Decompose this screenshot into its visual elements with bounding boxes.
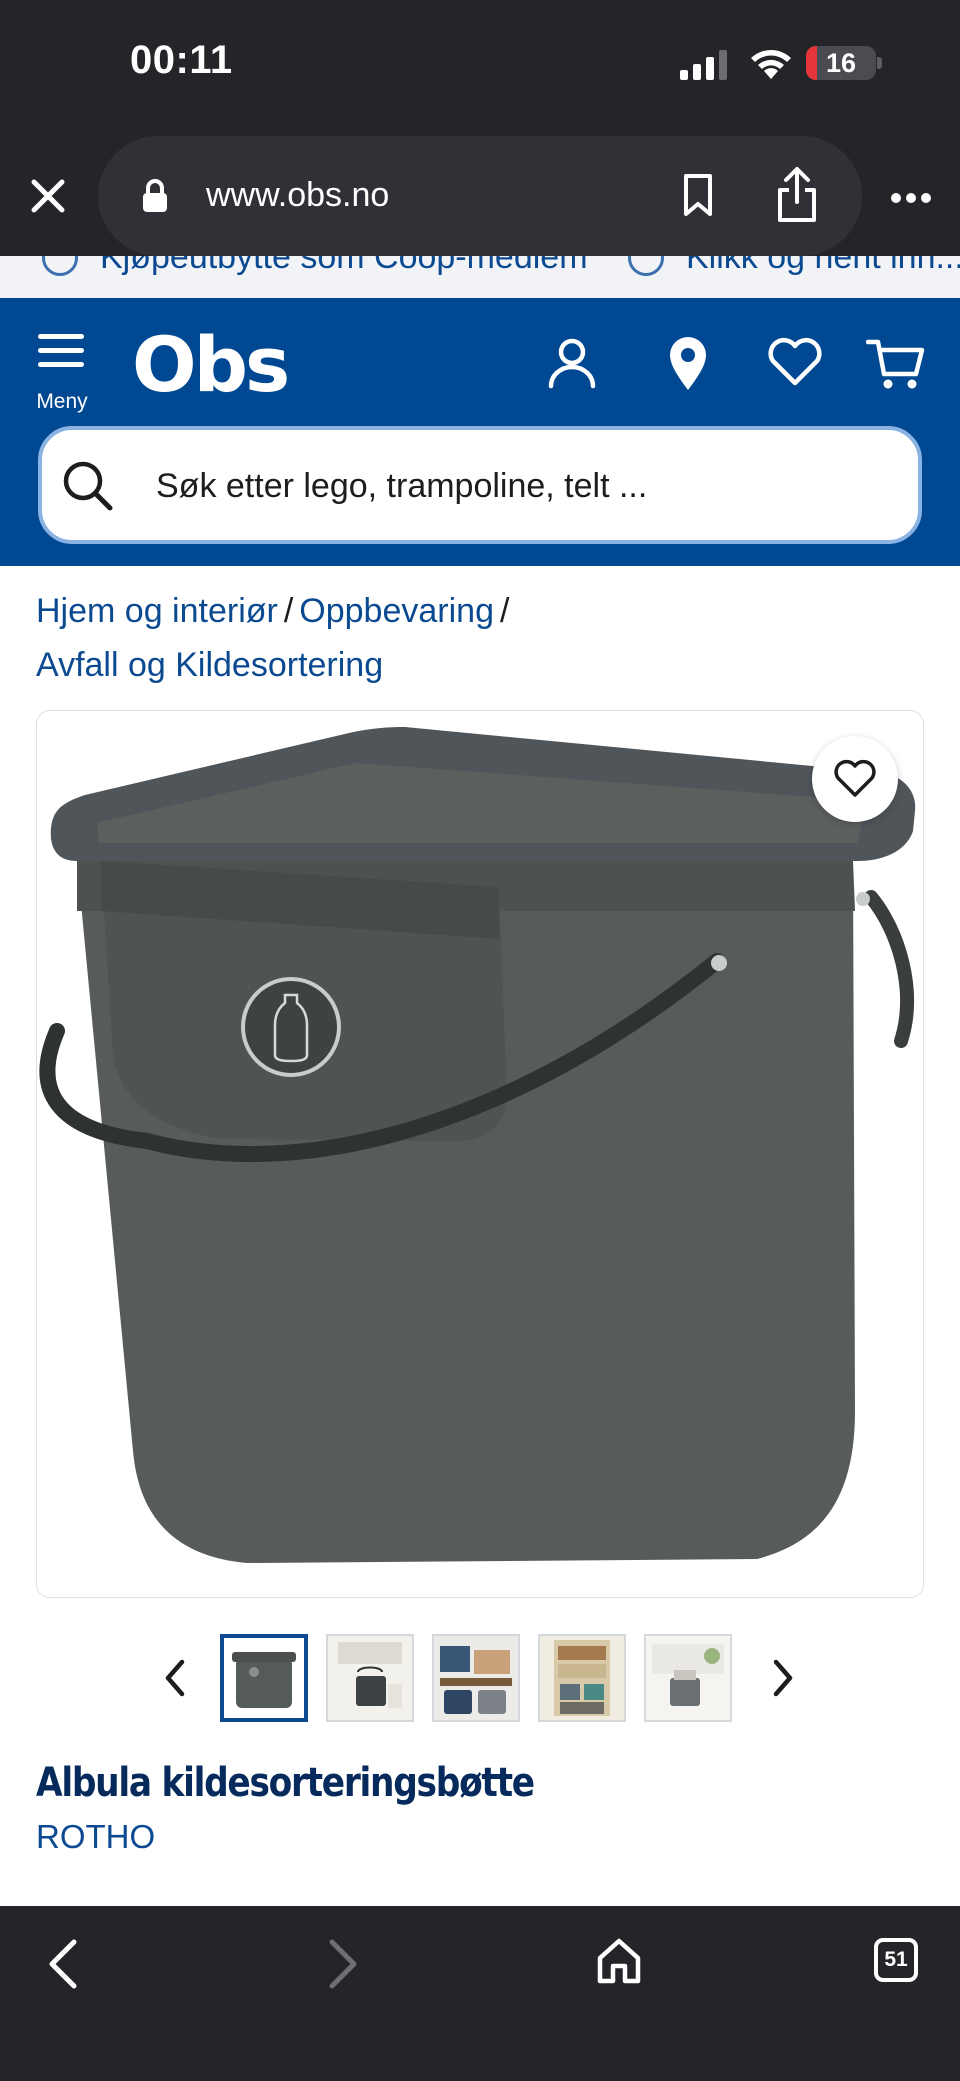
thumbnail-1[interactable] bbox=[220, 1634, 308, 1722]
thumbnail-3[interactable] bbox=[432, 1634, 520, 1722]
wifi-icon bbox=[751, 50, 791, 79]
account-icon[interactable] bbox=[546, 336, 598, 392]
breadcrumb-storage[interactable]: Oppbevaring bbox=[299, 592, 494, 630]
search-box[interactable] bbox=[38, 426, 922, 544]
search-input[interactable] bbox=[156, 458, 856, 514]
battery-indicator: 16 bbox=[806, 46, 876, 80]
tab-count: 51 bbox=[884, 1948, 908, 1971]
location-icon[interactable] bbox=[666, 336, 710, 392]
url-text[interactable]: www.obs.no bbox=[206, 176, 389, 215]
battery-level: 16 bbox=[825, 48, 857, 78]
address-bar[interactable]: www.obs.no bbox=[98, 136, 862, 256]
thumbnail-image bbox=[646, 1636, 730, 1720]
chevron-left-icon[interactable] bbox=[160, 1654, 190, 1702]
breadcrumb-home-interior[interactable]: Hjem og interiør bbox=[36, 592, 278, 630]
promo-strip: Kjøpeutbytte som Coop-medlem Klikk og he… bbox=[0, 256, 960, 298]
thumbnail-5[interactable] bbox=[644, 1634, 732, 1722]
thumbnail-2[interactable] bbox=[326, 1634, 414, 1722]
cart-icon[interactable] bbox=[866, 336, 926, 392]
more-icon[interactable] bbox=[890, 192, 932, 204]
image-thumbnails bbox=[0, 1630, 960, 1726]
product-brand[interactable]: ROTHO bbox=[36, 1818, 155, 1856]
thumbnail-4[interactable] bbox=[538, 1634, 626, 1722]
battery-cap bbox=[877, 57, 882, 69]
menu-icon-bar bbox=[38, 348, 84, 353]
thumbnail-image bbox=[224, 1638, 304, 1718]
product-image bbox=[39, 727, 916, 1563]
signal-icon bbox=[680, 50, 727, 80]
forward-icon[interactable] bbox=[322, 1936, 362, 1992]
tabs-button[interactable]: 51 bbox=[874, 1938, 918, 1982]
product-image-card[interactable] bbox=[36, 710, 924, 1598]
site-header: Meny Obs bbox=[0, 298, 960, 566]
thumbnail-image bbox=[328, 1636, 412, 1720]
menu-icon bbox=[38, 334, 84, 339]
status-time: 00:11 bbox=[130, 38, 233, 82]
breadcrumb-separator: / bbox=[283, 592, 294, 630]
lock-icon bbox=[143, 179, 167, 212]
browser-bottom-toolbar: 51 bbox=[0, 1906, 960, 2081]
heart-icon[interactable] bbox=[766, 336, 824, 388]
home-icon[interactable] bbox=[594, 1936, 644, 1986]
breadcrumb-separator: / bbox=[499, 592, 510, 630]
breadcrumb: Hjem og interiør / Oppbevaring / Avfall og K… bbox=[36, 584, 916, 692]
menu-icon-bar bbox=[38, 362, 84, 367]
menu-label: Meny bbox=[36, 390, 88, 413]
thumbnail-image bbox=[540, 1636, 624, 1720]
check-icon bbox=[628, 256, 664, 276]
menu-button[interactable]: Meny bbox=[30, 330, 94, 413]
share-icon[interactable] bbox=[774, 166, 820, 224]
back-icon[interactable] bbox=[44, 1936, 84, 1992]
bookmark-icon[interactable] bbox=[678, 172, 718, 220]
close-icon[interactable] bbox=[22, 170, 74, 222]
thumbnail-image bbox=[434, 1636, 518, 1720]
heart-icon bbox=[834, 759, 876, 797]
browser-toolbar: www.obs.no bbox=[0, 130, 960, 256]
promo-item-membership[interactable]: Kjøpeutbytte som Coop-medlem bbox=[100, 256, 588, 277]
obs-logo[interactable]: Obs bbox=[132, 320, 290, 409]
chevron-right-icon[interactable] bbox=[768, 1654, 798, 1702]
status-bar: 00:11 16 bbox=[0, 0, 960, 130]
breadcrumb-waste-sorting[interactable]: Avfall og Kildesortering bbox=[36, 646, 383, 684]
search-icon[interactable] bbox=[60, 458, 116, 514]
add-to-favorites-button[interactable] bbox=[812, 736, 898, 822]
badge-icon bbox=[42, 256, 78, 276]
product-title: Albula kildesorteringsbøtte bbox=[36, 1760, 535, 1806]
promo-item-click-collect[interactable]: Klikk og hent inn... bbox=[686, 256, 960, 277]
